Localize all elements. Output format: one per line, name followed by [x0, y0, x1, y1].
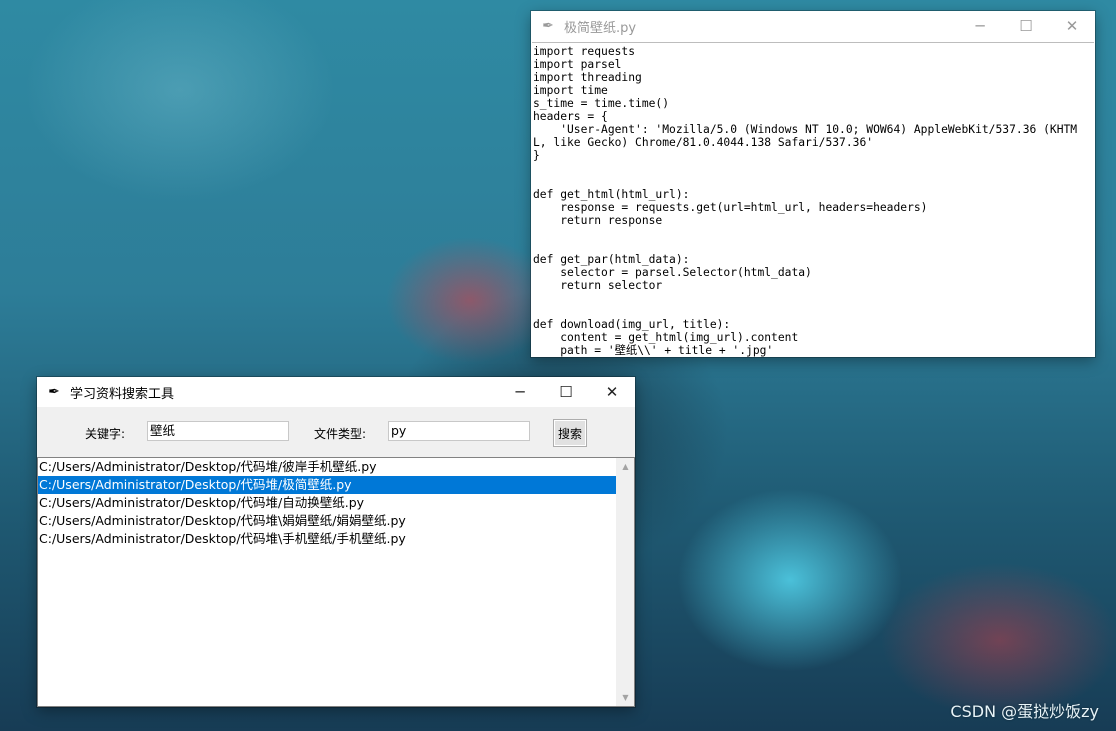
code-line: selector = parsel.Selector(html_data): [533, 266, 812, 279]
list-item[interactable]: C:/Users/Administrator/Desktop/代码堆/自动换壁纸…: [38, 494, 617, 512]
code-line: return selector: [533, 279, 663, 292]
tool-titlebar[interactable]: ✒ 学习资料搜索工具 ─ ☐ ✕: [37, 377, 635, 407]
editor-window: ✒ 极简壁纸.py ─ ☐ ✕ import requests import pa…: [531, 11, 1095, 357]
list-item-selected[interactable]: C:/Users/Administrator/Desktop/代码堆/极简壁纸.…: [38, 476, 617, 494]
code-text-area[interactable]: import requests import parsel import threa…: [532, 42, 1094, 357]
list-item[interactable]: C:/Users/Administrator/Desktop/代码堆/彼岸手机壁…: [38, 458, 617, 476]
code-line: }: [533, 149, 540, 162]
maximize-button[interactable]: ☐: [543, 377, 589, 407]
close-button[interactable]: ✕: [1049, 11, 1095, 41]
keyword-input[interactable]: 壁纸: [147, 421, 289, 441]
editor-titlebar[interactable]: ✒ 极简壁纸.py ─ ☐ ✕: [531, 11, 1095, 41]
list-item[interactable]: C:/Users/Administrator/Desktop/代码堆\手机壁纸/…: [38, 530, 617, 548]
code-line: import requests: [533, 45, 636, 58]
scroll-up-arrow-icon[interactable]: ▲: [617, 458, 634, 475]
keyword-label: 关键字:: [85, 427, 126, 441]
code-line: return response: [533, 214, 663, 227]
code-line: def get_html(html_url):: [533, 188, 690, 201]
search-tool-window: ✒ 学习资料搜索工具 ─ ☐ ✕ 关键字: 壁纸 文件类型: py 搜索 C:/…: [37, 377, 635, 707]
maximize-button[interactable]: ☐: [1003, 11, 1049, 41]
search-form: 关键字: 壁纸 文件类型: py 搜索: [37, 419, 635, 449]
code-line: headers = {: [533, 110, 608, 123]
code-line: path = '壁纸\\' + title + '.jpg': [533, 344, 774, 357]
tool-title: 学习资料搜索工具: [70, 386, 175, 402]
code-line: s_time = time.time(): [533, 97, 670, 110]
code-line: import threading: [533, 71, 642, 84]
results-listbox[interactable]: C:/Users/Administrator/Desktop/代码堆/彼岸手机壁…: [37, 457, 635, 707]
vertical-scrollbar[interactable]: ▲ ▼: [616, 458, 634, 706]
search-button[interactable]: 搜索: [553, 419, 587, 447]
watermark: CSDN @蛋挞炒饭zy: [950, 702, 1099, 721]
code-line: import parsel: [533, 58, 622, 71]
code-line: L, like Gecko) Chrome/81.0.4044.138 Safa…: [533, 136, 874, 149]
code-line: def get_par(html_data):: [533, 253, 690, 266]
feather-icon: ✒: [542, 18, 554, 34]
results-list: C:/Users/Administrator/Desktop/代码堆/彼岸手机壁…: [38, 458, 617, 706]
list-item[interactable]: C:/Users/Administrator/Desktop/代码堆\娟娟壁纸/…: [38, 512, 617, 530]
code-line: 'User-Agent': 'Mozilla/5.0 (Windows NT 1…: [533, 123, 1078, 136]
minimize-button[interactable]: ─: [957, 11, 1003, 41]
code-line: content = get_html(img_url).content: [533, 331, 799, 344]
filetype-label: 文件类型:: [314, 427, 367, 441]
code-line: def download(img_url, title):: [533, 318, 731, 331]
feather-icon: ✒: [48, 384, 60, 400]
minimize-button[interactable]: ─: [497, 377, 543, 407]
code-line: response = requests.get(url=html_url, he…: [533, 201, 928, 214]
close-button[interactable]: ✕: [589, 377, 635, 407]
editor-title: 极简壁纸.py: [564, 20, 637, 36]
code-line: import time: [533, 84, 608, 97]
scroll-down-arrow-icon[interactable]: ▼: [617, 689, 634, 706]
filetype-input[interactable]: py: [388, 421, 530, 441]
